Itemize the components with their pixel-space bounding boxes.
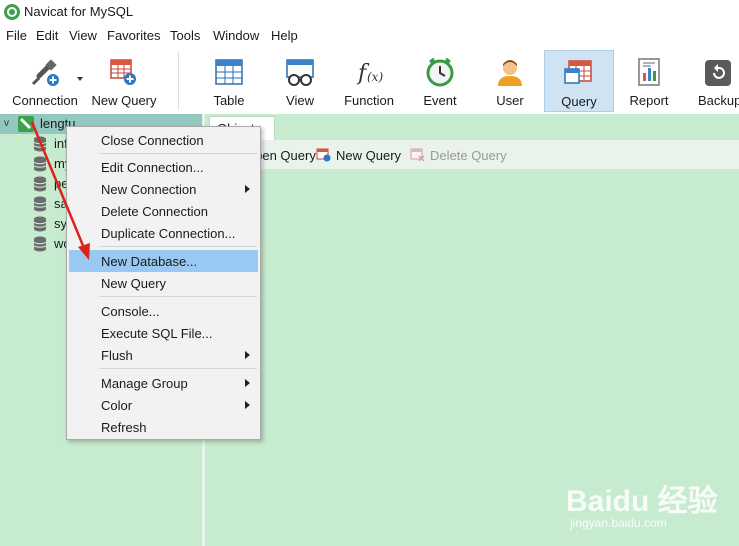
main-toolbar: Connection New Query Table View f (x) Fu… bbox=[0, 47, 739, 113]
menu-window[interactable]: Window bbox=[213, 28, 259, 43]
toolbar-user-button[interactable]: User bbox=[477, 50, 543, 112]
toolbar-view-label: View bbox=[286, 93, 314, 108]
menu-item-label: Color bbox=[101, 398, 133, 413]
submenu-arrow-icon bbox=[245, 401, 250, 409]
toolbar-connection-label: Connection bbox=[12, 93, 78, 108]
menu-item-close-connection[interactable]: Close Connection bbox=[69, 129, 258, 151]
menu-item-flush[interactable]: Flush bbox=[69, 344, 258, 366]
menu-item-execute-sql-file[interactable]: Execute SQL File... bbox=[69, 322, 258, 344]
new-query-icon bbox=[110, 59, 136, 85]
menu-item-console[interactable]: Console... bbox=[69, 300, 258, 322]
menu-edit[interactable]: Edit bbox=[36, 28, 58, 43]
report-icon bbox=[638, 58, 660, 86]
toolbar-new-query-label: New Query bbox=[91, 93, 157, 108]
toolbar-backup-label: Backup bbox=[698, 93, 739, 108]
toolbar-event-button[interactable]: Event bbox=[407, 50, 473, 112]
menu-item-label: New Connection bbox=[101, 182, 197, 197]
submenu-arrow-icon bbox=[245, 379, 250, 387]
new-query-icon bbox=[316, 148, 331, 162]
menu-item-delete-connection[interactable]: Delete Connection bbox=[69, 200, 258, 222]
toolbar-query-label: Query bbox=[561, 94, 597, 109]
svg-text:(x): (x) bbox=[367, 70, 383, 84]
menu-item-color[interactable]: Color bbox=[69, 394, 258, 416]
toolbar-new-query-button[interactable]: New Query bbox=[88, 50, 160, 112]
menu-item-label: Refresh bbox=[101, 420, 147, 435]
menu-separator bbox=[99, 153, 257, 154]
title-bar: Navicat for MySQL bbox=[0, 0, 739, 24]
plug-icon bbox=[31, 59, 59, 86]
database-icon bbox=[33, 196, 47, 212]
chevron-down-icon[interactable]: v bbox=[4, 118, 9, 129]
toolbar-report-button[interactable]: Report bbox=[616, 50, 682, 112]
toolbar-backup-button[interactable]: Backup bbox=[688, 50, 739, 112]
new-query-button[interactable]: New Query bbox=[316, 148, 401, 163]
clock-icon bbox=[426, 57, 454, 87]
backup-icon bbox=[705, 60, 731, 86]
toolbar-separator bbox=[178, 52, 179, 110]
menu-item-label: Close Connection bbox=[101, 133, 204, 148]
menu-item-new-database[interactable]: New Database... bbox=[69, 250, 258, 272]
database-icon bbox=[33, 156, 47, 172]
menu-item-new-query[interactable]: New Query bbox=[69, 272, 258, 294]
toolbar-event-label: Event bbox=[423, 93, 457, 108]
view-icon bbox=[286, 59, 314, 86]
user-icon bbox=[498, 60, 522, 86]
database-icon bbox=[33, 236, 47, 252]
new-query-label: New Query bbox=[336, 148, 402, 163]
database-icon bbox=[33, 216, 47, 232]
menu-item-label: New Query bbox=[101, 276, 167, 291]
window-title: Navicat for MySQL bbox=[24, 4, 134, 19]
menu-item-manage-group[interactable]: Manage Group bbox=[69, 372, 258, 394]
toolbar-function-button[interactable]: f (x) Function bbox=[336, 50, 402, 112]
menu-item-new-connection[interactable]: New Connection bbox=[69, 178, 258, 200]
toolbar-table-button[interactable]: Table bbox=[196, 50, 262, 112]
menu-help[interactable]: Help bbox=[271, 28, 298, 43]
function-icon: f (x) bbox=[356, 61, 383, 86]
toolbar-query-button[interactable]: Query bbox=[544, 50, 614, 112]
menu-item-label: Manage Group bbox=[101, 376, 188, 391]
delete-query-button[interactable]: Delete Query bbox=[410, 148, 507, 163]
toolbar-connection-button[interactable]: Connection bbox=[4, 50, 86, 112]
database-icon bbox=[33, 176, 47, 192]
menu-item-label: New Database... bbox=[101, 254, 198, 269]
baidu-watermark: Baidu 经验 jingyan.baidu.com bbox=[560, 462, 730, 534]
menu-item-label: Duplicate Connection... bbox=[101, 226, 236, 241]
menu-item-label: Flush bbox=[101, 348, 133, 363]
menu-bar: File Edit View Favorites Tools Window He… bbox=[0, 25, 739, 47]
table-icon bbox=[215, 59, 243, 85]
object-toolbar: Open Query New Query Delete Query bbox=[205, 140, 739, 170]
menu-separator bbox=[99, 296, 257, 297]
menu-tools[interactable]: Tools bbox=[170, 28, 200, 43]
query-icon bbox=[564, 60, 592, 84]
menu-separator bbox=[99, 246, 257, 247]
menu-file[interactable]: File bbox=[6, 28, 27, 43]
toolbar-table-label: Table bbox=[213, 93, 245, 108]
toolbar-view-button[interactable]: View bbox=[267, 50, 333, 112]
navicat-logo-icon bbox=[4, 4, 20, 20]
watermark-logo: Baidu 经验 bbox=[566, 485, 718, 518]
menu-item-refresh[interactable]: Refresh bbox=[69, 416, 258, 438]
menu-favorites[interactable]: Favorites bbox=[107, 28, 160, 43]
menu-separator bbox=[99, 368, 257, 369]
toolbar-user-label: User bbox=[496, 93, 524, 108]
menu-item-edit-connection[interactable]: Edit Connection... bbox=[69, 156, 258, 178]
toolbar-function-label: Function bbox=[344, 93, 394, 108]
submenu-arrow-icon bbox=[245, 185, 250, 193]
menu-item-duplicate-connection[interactable]: Duplicate Connection... bbox=[69, 222, 258, 244]
menu-item-label: Edit Connection... bbox=[101, 160, 204, 175]
menu-item-label: Execute SQL File... bbox=[101, 326, 213, 341]
delete-query-label: Delete Query bbox=[430, 148, 507, 163]
toolbar-report-label: Report bbox=[629, 93, 669, 108]
connection-icon bbox=[18, 116, 34, 132]
database-icon bbox=[33, 136, 47, 152]
connection-dropdown-caret-icon[interactable] bbox=[77, 77, 83, 81]
menu-view[interactable]: View bbox=[69, 28, 97, 43]
connection-context-menu: Close Connection Edit Connection... New … bbox=[66, 126, 261, 440]
watermark-url: jingyan.baidu.com bbox=[570, 516, 667, 530]
menu-item-label: Delete Connection bbox=[101, 204, 208, 219]
menu-item-label: Console... bbox=[101, 304, 160, 319]
delete-query-icon bbox=[410, 148, 425, 162]
submenu-arrow-icon bbox=[245, 351, 250, 359]
tab-strip: Objects bbox=[205, 114, 739, 140]
